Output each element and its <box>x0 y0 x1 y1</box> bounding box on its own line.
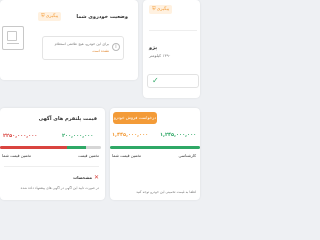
status-title: مشخصات <box>73 175 92 180</box>
shield-icon: ⛨ <box>152 6 156 12</box>
car-illustration <box>2 26 24 50</box>
ad-bar-green <box>66 146 86 149</box>
info-icon: i <box>112 43 120 51</box>
car-info-badge[interactable]: ⛨پیگیری <box>149 5 173 14</box>
ad-note: در صورت تایید این آگهی در آگهی های پیشنه… <box>20 186 99 190</box>
min-price: ۲۰۰,۰۰۰,۰۰۰ <box>62 133 94 139</box>
sell-price-card: درخواست فروش خودرو ۱,۴۴۵,۰۰۰,۰۰۰ ۱,۲۴۵,۰… <box>110 108 200 200</box>
sell-price-left: ۱,۴۴۵,۰۰۰,۰۰۰ <box>112 132 149 138</box>
car-status-title: وضعیت خودروی شما <box>76 14 128 20</box>
close-icon: ✕ <box>93 174 99 181</box>
info-box: برای این خودرو، هیچ علامتی استعلام نشده … <box>42 36 124 60</box>
car-name: پژو <box>149 45 158 51</box>
car-status-card: ⛨پیگیری وضعیت خودروی شما برای این خودرو،… <box>0 0 138 80</box>
info-line-1: برای این خودرو، هیچ علامتی استعلام <box>54 42 109 46</box>
sell-request-button[interactable]: درخواست فروش خودرو <box>113 112 157 124</box>
car-mileage: ۱۳۹۰ کیلومتر <box>149 53 171 58</box>
car-info-card: ⛨پیگیری پژو ۱۳۹۰ کیلومتر ✓ <box>143 0 200 98</box>
sell-price-range-bar <box>110 146 200 149</box>
ad-right-label: تخمین قیمت <box>78 153 99 158</box>
car-info-line <box>149 30 197 31</box>
ad-price-range-bar <box>0 146 101 149</box>
check-icon: ✓ <box>152 76 159 85</box>
max-price: ۲۲۵۰,۰۰۰,۰۰۰ <box>3 133 38 139</box>
ad-price-card: قیمت پلتفرم های آگهی ۲۲۵۰,۰۰۰,۰۰۰ ۲۰۰,۰۰… <box>0 108 105 200</box>
info-line-2: نشده است <box>92 49 109 53</box>
sell-price-right: ۱,۲۴۵,۰۰۰,۰۰۰ <box>160 132 197 138</box>
car-status-badge[interactable]: ⛨پیگیری <box>38 12 62 21</box>
sell-footer-text: لطفا به قیمت تخمینی این خودرو توجه کنید <box>136 190 196 194</box>
divider <box>4 166 99 167</box>
ad-bar-red <box>0 146 67 149</box>
car-info-field: ✓ <box>147 74 199 88</box>
sell-right-label: کارشناسی <box>178 153 196 158</box>
ad-left-label: تخمین قیمت شما <box>2 153 32 158</box>
sell-left-label: تخمین قیمت شما <box>112 153 142 158</box>
ad-price-title: قیمت پلتفرم های آگهی <box>38 116 97 122</box>
shield-icon: ⛨ <box>41 13 45 19</box>
status-row: ✕ مشخصات <box>0 174 105 184</box>
